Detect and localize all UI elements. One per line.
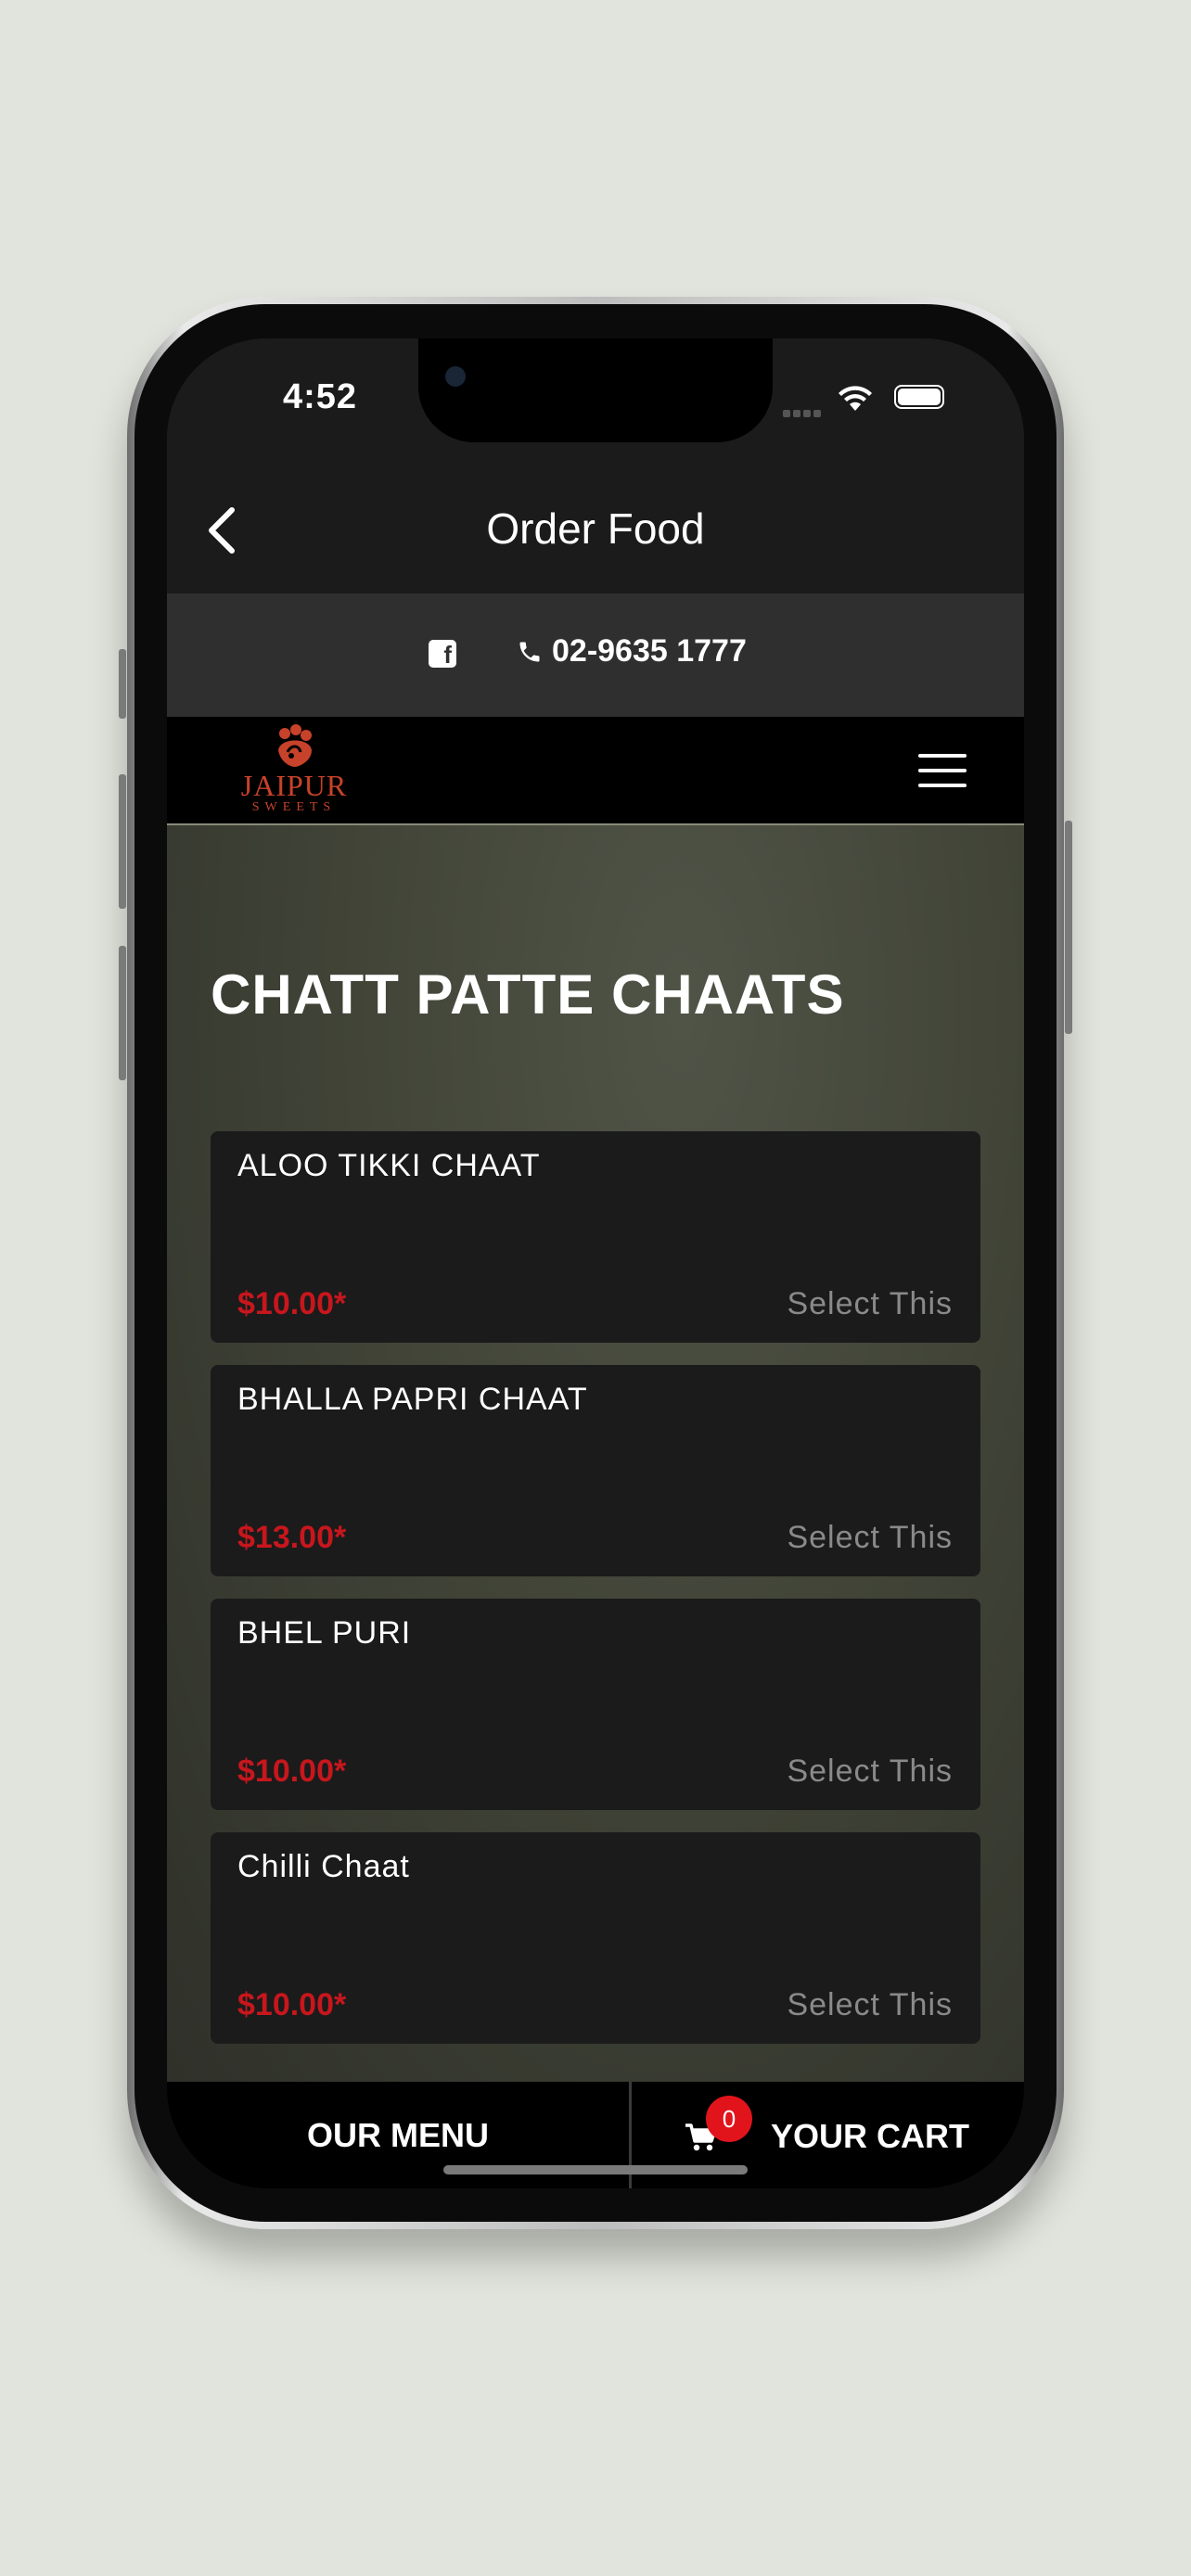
notch <box>418 338 773 442</box>
wifi-icon <box>839 386 872 411</box>
cart-count-badge: 0 <box>706 2096 752 2142</box>
phone-number: 02-9635 1777 <box>552 633 747 669</box>
contact-bar: f 02-9635 1777 <box>167 593 1024 717</box>
category-title: CHATT PATTE CHAATS <box>211 963 845 1026</box>
status-bar: 4:52 <box>167 338 1024 468</box>
facebook-icon[interactable]: f <box>429 640 456 669</box>
our-menu-label: OUR MENU <box>307 2115 489 2154</box>
menu-item-card[interactable]: BHEL PURI $10.00* Select This <box>211 1599 980 1810</box>
item-name: BHALLA PAPRI CHAAT <box>237 1382 588 1417</box>
menu-item-card[interactable]: BHALLA PAPRI CHAAT $13.00* Select This <box>211 1365 980 1576</box>
power-button <box>1065 821 1072 1034</box>
item-price: $10.00* <box>237 1987 347 2022</box>
brand-bar: JAIPUR SWEETS <box>167 717 1024 825</box>
menu-content: CHATT PATTE CHAATS ALOO TIKKI CHAAT $10.… <box>167 825 1024 2082</box>
app-header: Order Food <box>167 468 1024 593</box>
status-time: 4:52 <box>283 377 358 416</box>
select-this-button[interactable]: Select This <box>787 1286 953 1322</box>
peacock-logo-icon <box>278 724 312 767</box>
camera-icon <box>445 366 466 387</box>
select-this-button[interactable]: Select This <box>787 1987 953 2023</box>
volume-up-button <box>119 774 126 909</box>
action-button <box>119 649 126 719</box>
page-title: Order Food <box>486 504 705 553</box>
volume-down-button <box>119 946 126 1080</box>
phone-link[interactable]: 02-9635 1777 <box>517 633 747 670</box>
home-indicator <box>443 2165 748 2174</box>
your-cart-label: YOUR CART <box>771 2117 969 2155</box>
item-name: Chilli Chaat <box>237 1849 410 1884</box>
cellular-signal-icon <box>783 405 827 417</box>
menu-item-card[interactable]: Chilli Chaat $10.00* Select This <box>211 1832 980 2044</box>
logo-subtitle: SWEETS <box>251 800 337 814</box>
item-price: $13.00* <box>237 1520 347 1555</box>
screen: 4:52 Order Food f 02-9635 1777 JAIPUR SW… <box>167 338 1024 2188</box>
select-this-button[interactable]: Select This <box>787 1753 953 1790</box>
hamburger-icon[interactable] <box>918 754 967 787</box>
item-name: ALOO TIKKI CHAAT <box>237 1148 541 1183</box>
select-this-button[interactable]: Select This <box>787 1520 953 1556</box>
brand-logo[interactable]: JAIPUR SWEETS <box>234 724 354 817</box>
item-price: $10.00* <box>237 1753 347 1789</box>
battery-icon <box>894 385 944 409</box>
item-name: BHEL PURI <box>237 1615 412 1651</box>
item-price: $10.00* <box>237 1286 347 1321</box>
phone-icon <box>519 642 540 661</box>
logo-wordmark: JAIPUR <box>240 769 348 802</box>
menu-item-card[interactable]: ALOO TIKKI CHAAT $10.00* Select This <box>211 1131 980 1343</box>
